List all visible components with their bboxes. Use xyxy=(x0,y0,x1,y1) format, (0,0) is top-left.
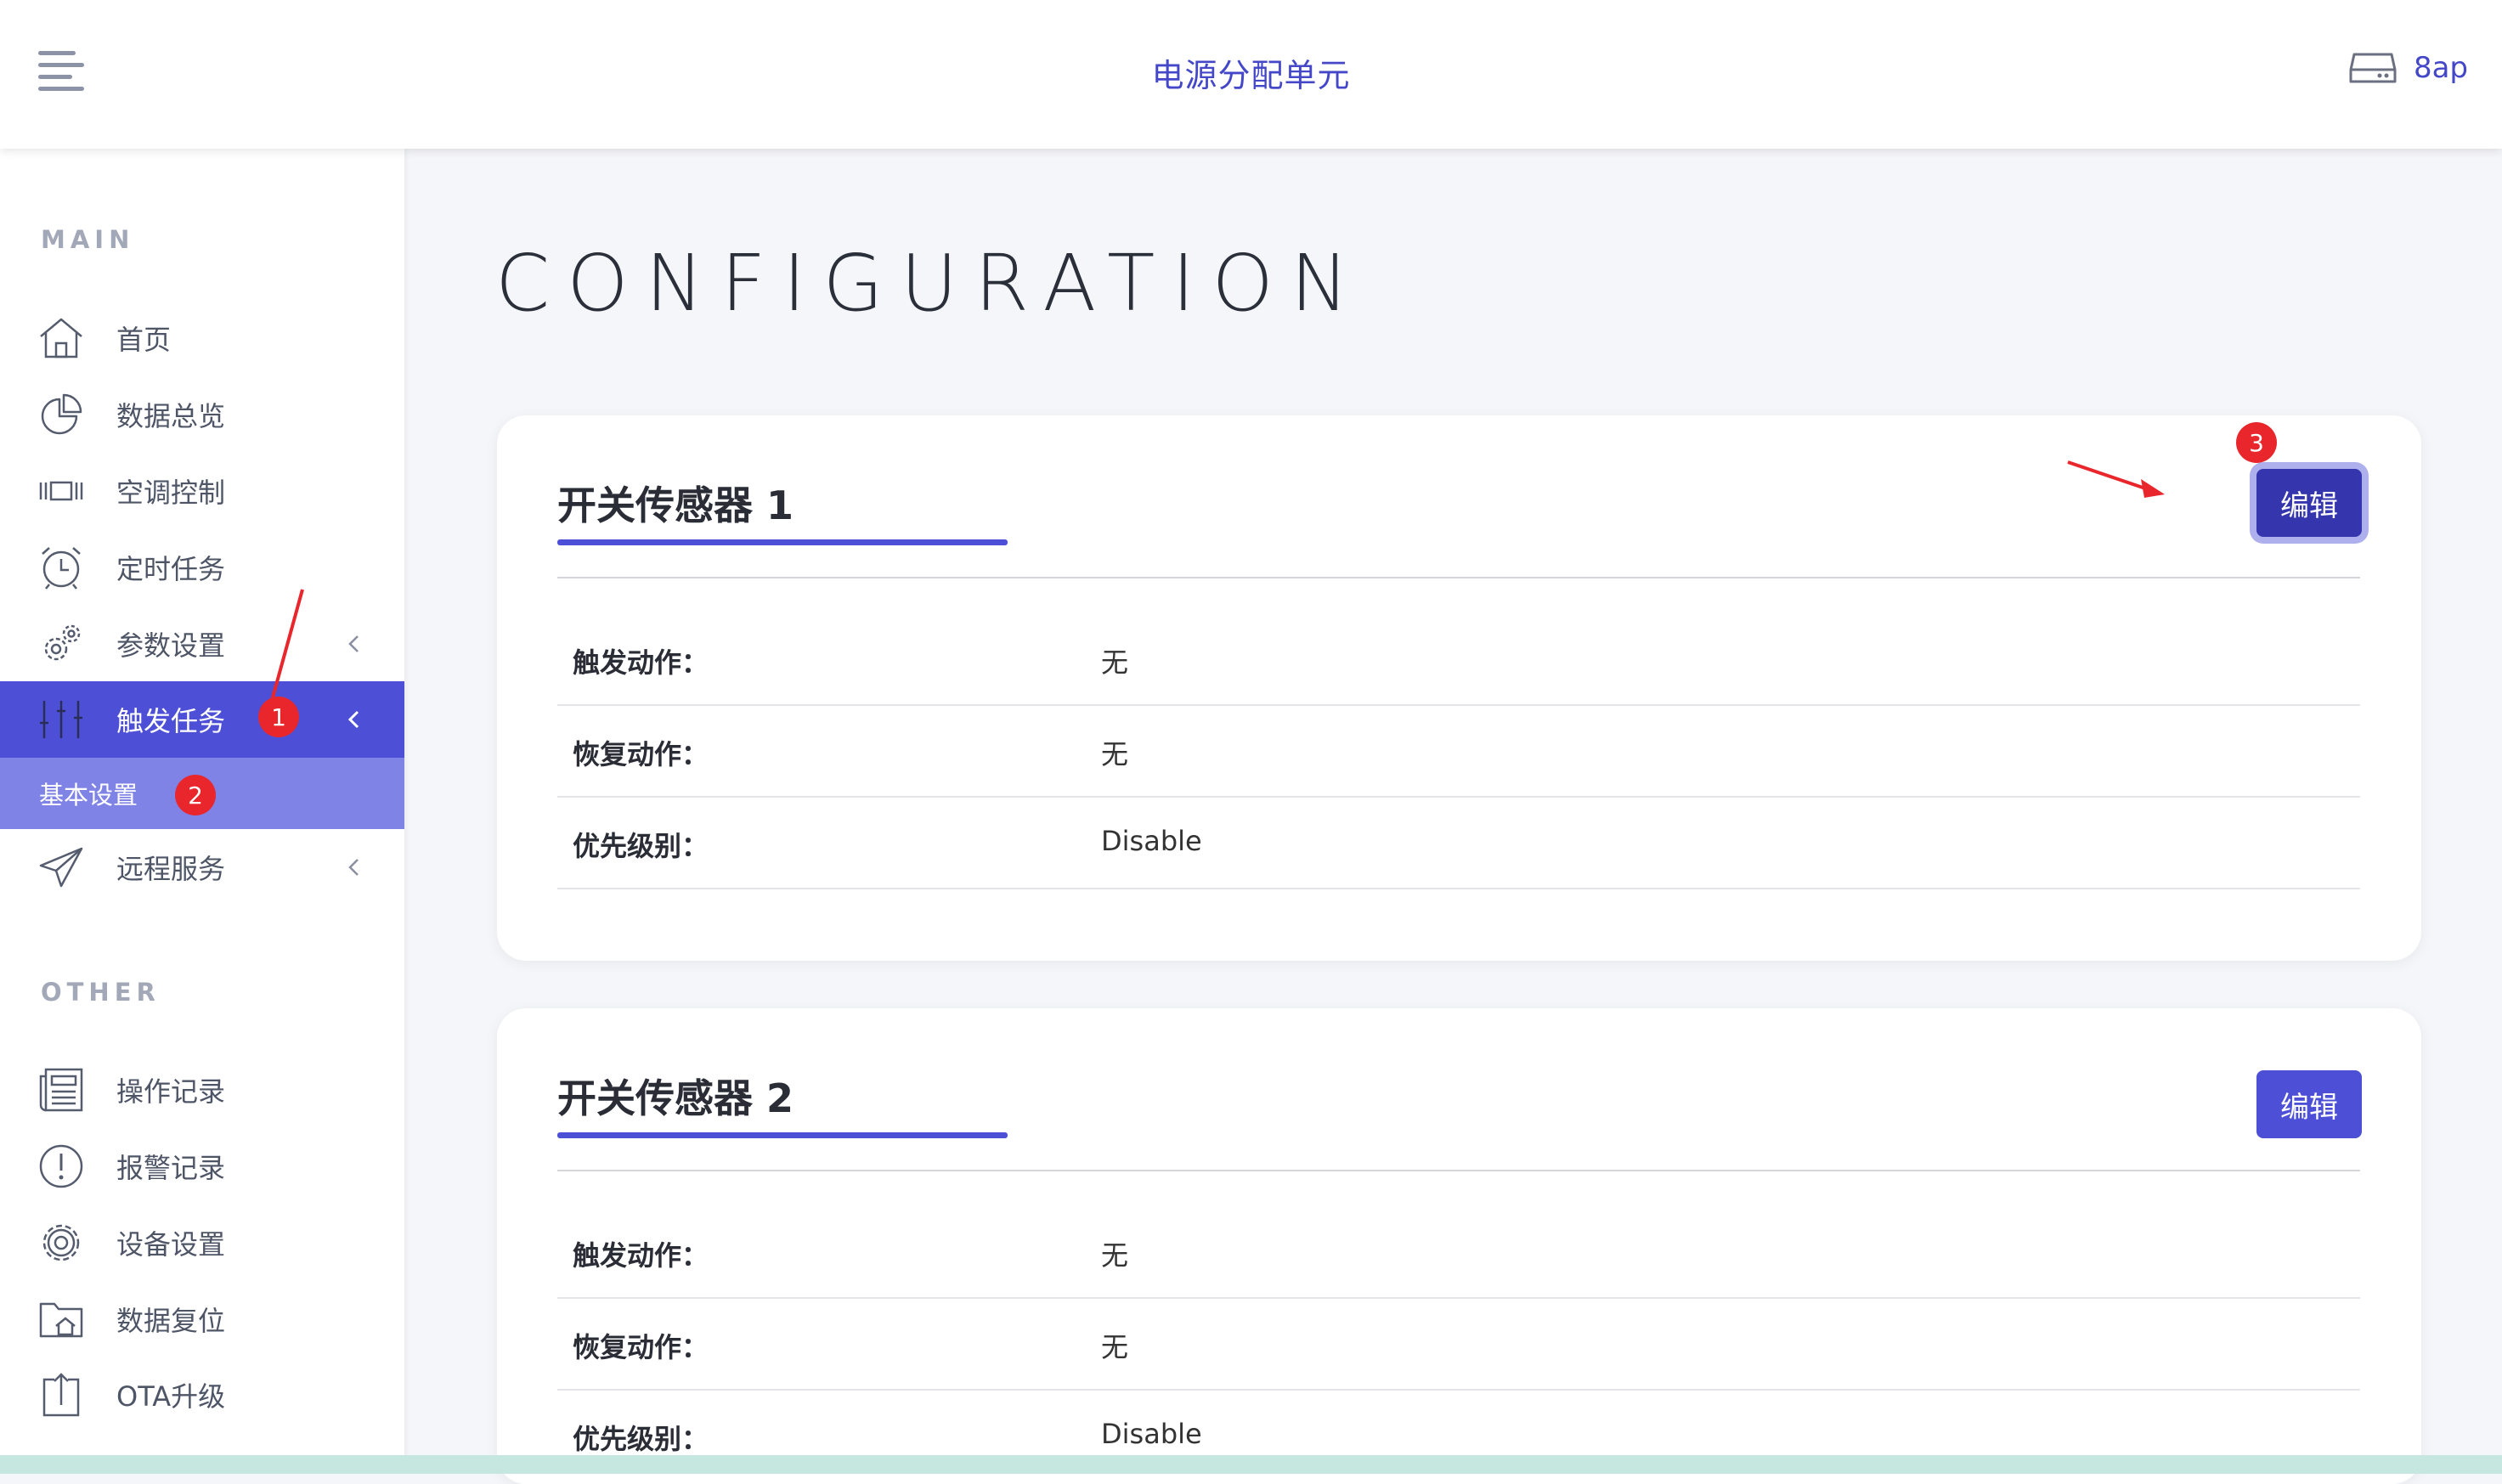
annotation-badge-3: 3 xyxy=(2236,422,2277,463)
annotation-badge-2: 2 xyxy=(175,775,216,815)
annotation-badge-1: 1 xyxy=(258,697,299,737)
annotation-arrow xyxy=(268,460,2165,708)
